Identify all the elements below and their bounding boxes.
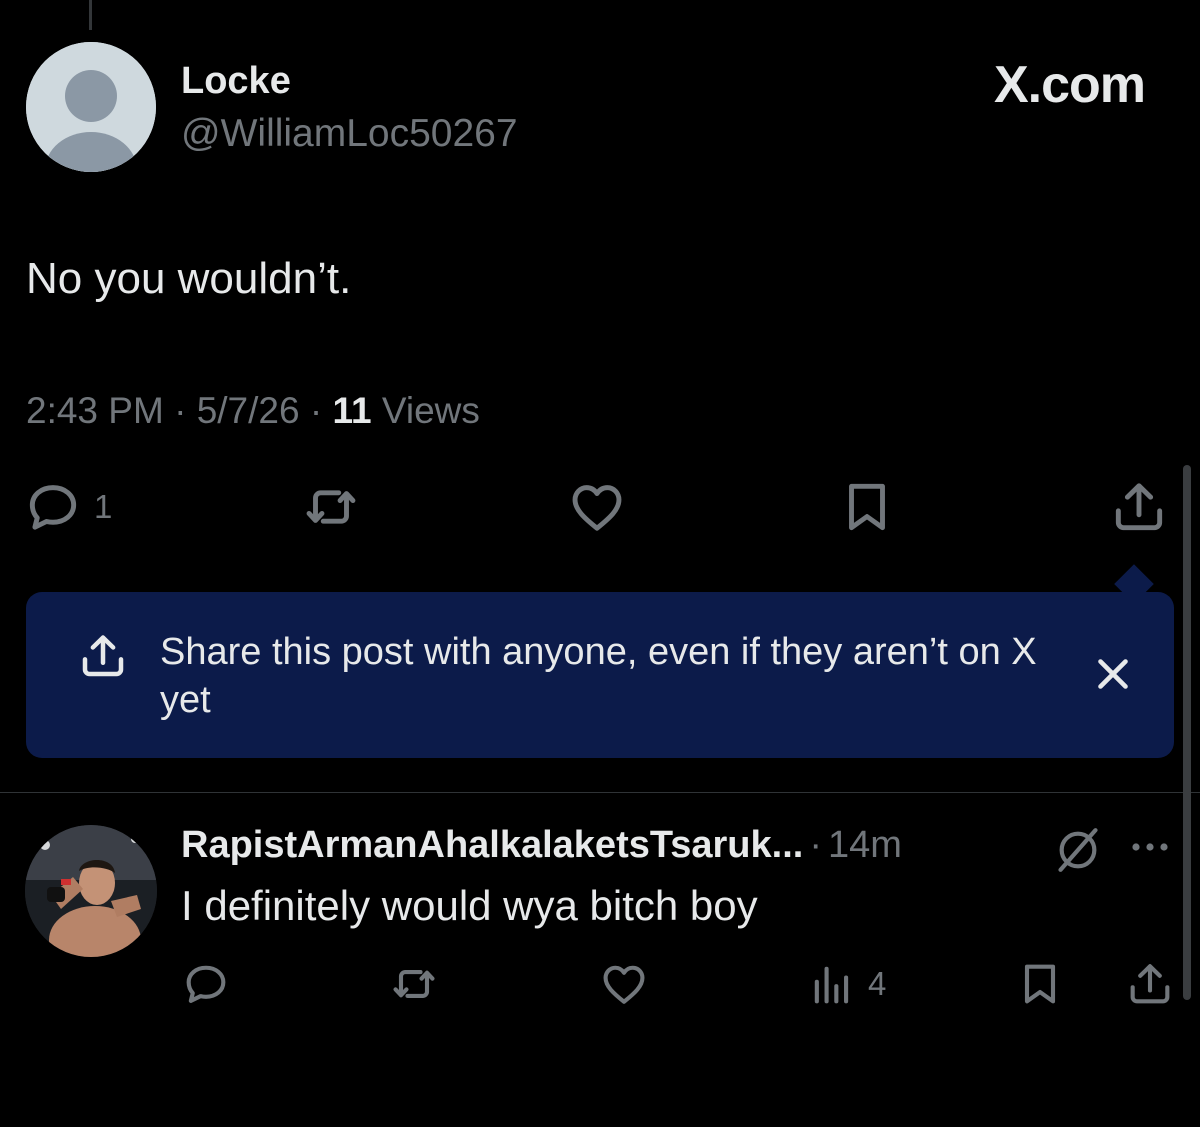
reply-time[interactable]: 14m — [828, 824, 902, 867]
bar-chart-icon — [814, 966, 849, 1004]
reply-button[interactable]: 1 — [22, 476, 112, 538]
bookmark-icon — [849, 483, 885, 531]
reply-reply-button[interactable] — [180, 958, 232, 1010]
divider — [0, 792, 1200, 793]
post-date: 5/7/26 — [196, 390, 300, 431]
author-avatar[interactable] — [26, 42, 156, 172]
comment-bubble-icon — [29, 485, 77, 530]
more-dots-icon[interactable] — [1128, 832, 1172, 862]
share-button[interactable] — [1108, 476, 1170, 538]
reply-views-count: 4 — [868, 965, 887, 1002]
repost-icon — [306, 490, 356, 524]
close-icon[interactable] — [1088, 649, 1138, 699]
views-label[interactable]: Views — [382, 390, 480, 431]
reply-header: RapistArmanAhalkalaketsTsaruk... · 14m — [181, 824, 902, 867]
author-name[interactable]: Locke — [181, 60, 291, 103]
meta-separator: · — [309, 390, 333, 431]
fighter-photo-avatar — [25, 825, 157, 957]
share-tooltip: Share this post with anyone, even if the… — [26, 592, 1174, 758]
reply-bookmark-button[interactable] — [1014, 958, 1066, 1010]
author-handle[interactable]: @WilliamLoc50267 — [181, 112, 518, 156]
post-text: No you wouldn’t. — [26, 254, 352, 303]
meta-separator: · — [809, 824, 822, 866]
repost-icon — [393, 970, 435, 998]
heart-icon — [603, 965, 645, 1004]
reply-like-button[interactable] — [598, 958, 650, 1010]
share-icon — [82, 635, 124, 677]
share-icon — [1115, 483, 1163, 531]
reply-repost-button[interactable] — [388, 958, 440, 1010]
views-count: 11 — [332, 390, 372, 431]
bookmark-icon — [1024, 964, 1056, 1004]
grok-icon[interactable] — [1050, 822, 1106, 878]
reply-count: 1 — [94, 488, 113, 525]
reply-avatar[interactable] — [25, 825, 157, 957]
reply-author-name[interactable]: RapistArmanAhalkalaketsTsaruk... — [181, 824, 803, 867]
comment-bubble-icon — [186, 965, 226, 1003]
repost-button[interactable] — [300, 476, 362, 538]
reply-text: I definitely would wya bitch boy — [181, 882, 758, 929]
meta-separator: · — [174, 390, 197, 431]
thread-connector-line — [89, 0, 92, 30]
share-icon — [1130, 964, 1170, 1004]
reply-views-button[interactable]: 4 — [806, 958, 886, 1010]
default-avatar-icon — [26, 42, 156, 172]
reply-share-button[interactable] — [1124, 958, 1176, 1010]
like-button[interactable] — [566, 476, 628, 538]
heart-icon — [572, 485, 622, 531]
post-time: 2:43 PM — [26, 390, 164, 431]
post-meta: 2:43 PM · 5/7/26 · 11 Views — [26, 390, 480, 432]
tooltip-text: Share this post with anyone, even if the… — [160, 631, 1037, 721]
bookmark-button[interactable] — [836, 476, 898, 538]
brand-watermark: X.com — [993, 56, 1146, 114]
scrollbar[interactable] — [1183, 465, 1191, 1000]
